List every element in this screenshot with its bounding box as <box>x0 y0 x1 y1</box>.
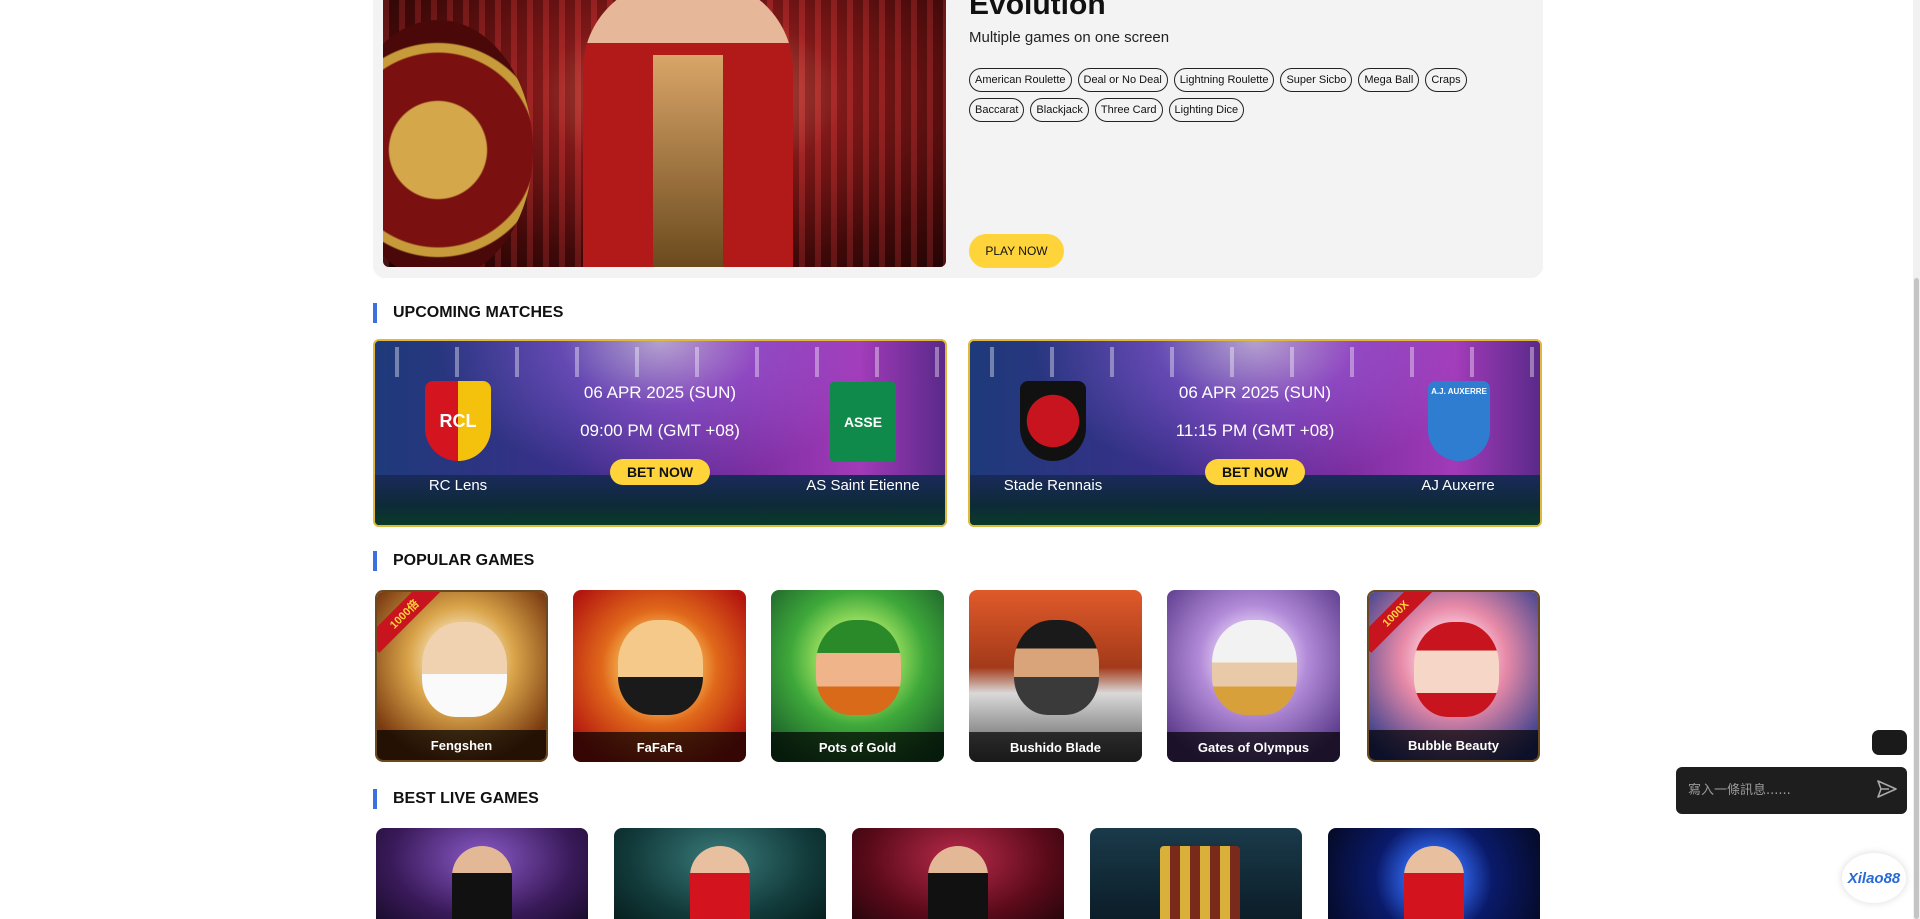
game-tag[interactable]: Baccarat <box>969 98 1025 122</box>
match-card[interactable]: Stade Rennais 06 APR 2025 (SUN) 11:15 PM… <box>968 339 1542 527</box>
game-name: Pots of Gold <box>771 732 944 762</box>
page: Evolution Multiple games on one screen A… <box>0 0 1920 919</box>
game-tag[interactable]: Craps <box>1425 68 1467 92</box>
game-name: Bubble Beauty <box>1369 730 1538 760</box>
section-title-popular: POPULAR GAMES <box>373 551 534 571</box>
game-tile[interactable]: Bushido Blade <box>969 590 1142 762</box>
game-name: Fengshen <box>377 730 546 760</box>
game-tile[interactable]: Gates of Olympus <box>1167 590 1340 762</box>
home-team-name: Stade Rennais <box>1003 477 1103 494</box>
live-game-tile[interactable] <box>614 828 826 919</box>
featured-provider-card <box>373 0 1543 278</box>
featured-banner-image[interactable] <box>383 0 946 267</box>
game-tag[interactable]: Lighting Dice <box>1168 98 1245 122</box>
send-button[interactable] <box>1867 767 1907 814</box>
live-game-tile[interactable] <box>852 828 1064 919</box>
home-team-name: RC Lens <box>428 477 488 494</box>
game-tag-list: American Roulette Deal or No Deal Lightn… <box>969 68 1489 122</box>
featured-title: Evolution <box>969 0 1106 21</box>
section-title-live: BEST LIVE GAMES <box>373 789 539 809</box>
chat-widget <box>1676 767 1907 814</box>
game-tag[interactable]: Blackjack <box>1030 98 1089 122</box>
game-tag[interactable]: Lightning Roulette <box>1173 68 1275 92</box>
chat-toggle-button[interactable] <box>1872 730 1907 755</box>
chat-message-input[interactable] <box>1676 783 1867 798</box>
bet-now-button[interactable]: BET NOW <box>1205 459 1305 485</box>
game-tag[interactable]: Three Card <box>1094 98 1163 122</box>
play-now-button[interactable]: PLAY NOW <box>969 234 1064 268</box>
game-tile[interactable]: FaFaFa <box>573 590 746 762</box>
away-team-name: AJ Auxerre <box>1421 477 1495 494</box>
featured-subtitle: Multiple games on one screen <box>969 29 1170 46</box>
send-icon <box>1877 780 1897 801</box>
match-card[interactable]: RCL RC Lens 06 APR 2025 (SUN) 09:00 PM (… <box>373 339 947 527</box>
game-tile[interactable]: 1000倍 Fengshen <box>375 590 548 762</box>
section-title-upcoming: UPCOMING MATCHES <box>373 303 563 323</box>
team-crest-icon: A.J. AUXERRE <box>1428 381 1490 461</box>
bet-now-button[interactable]: BET NOW <box>610 459 710 485</box>
game-tag[interactable]: Super Sicbo <box>1280 68 1353 92</box>
game-tag[interactable]: Mega Ball <box>1358 68 1420 92</box>
game-name: Gates of Olympus <box>1167 732 1340 762</box>
team-crest-icon: ASSE <box>830 382 896 462</box>
away-team-name: AS Saint Etienne <box>806 477 920 494</box>
game-name: FaFaFa <box>573 732 746 762</box>
game-tile[interactable]: Pots of Gold <box>771 590 944 762</box>
game-tile[interactable]: 1000X Bubble Beauty <box>1367 590 1540 762</box>
scrollbar-thumb[interactable] <box>1914 278 1919 919</box>
live-game-tile[interactable] <box>1090 828 1302 919</box>
game-tag[interactable]: American Roulette <box>969 68 1072 92</box>
brand-logo[interactable]: Xilao88 <box>1842 853 1906 903</box>
live-game-tile[interactable] <box>376 828 588 919</box>
live-game-tile[interactable] <box>1328 828 1540 919</box>
game-tag[interactable]: Deal or No Deal <box>1077 68 1168 92</box>
game-name: Bushido Blade <box>969 732 1142 762</box>
